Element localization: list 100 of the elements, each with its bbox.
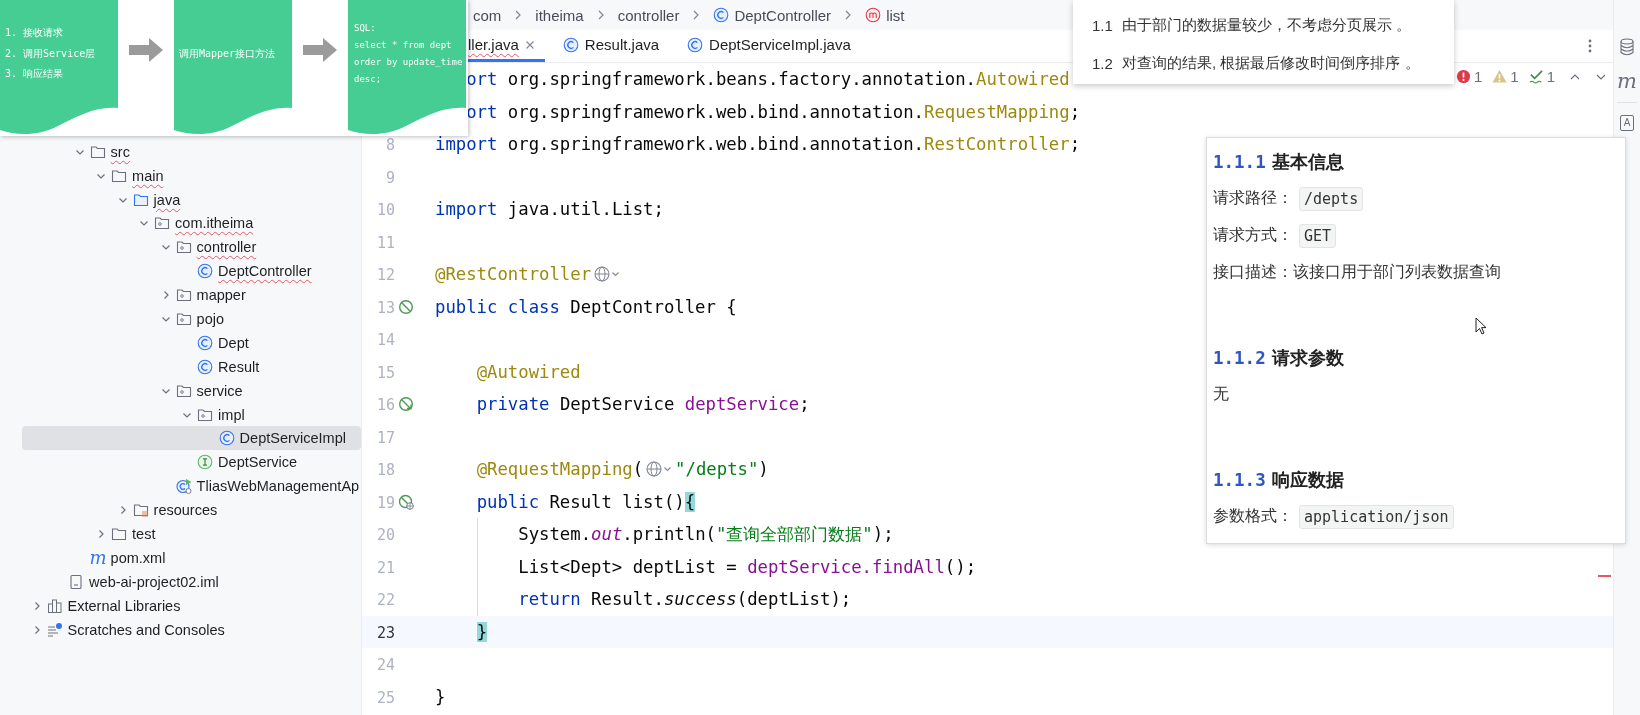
note-text: 由于部门的数据量较少，不考虑分页展示 。 [1122,15,1412,35]
bean-gutter-icon[interactable] [398,396,414,413]
tree-item[interactable]: service [22,378,361,403]
line-number: 12 [376,266,395,285]
code-text: } [475,621,488,642]
code-text: @RestController [435,264,592,285]
paragraph: 接口描述：该接口用于部门列表数据查询 [1213,261,1502,283]
class-icon [197,334,214,351]
resources-folder-icon [132,502,149,519]
breadcrumb-item[interactable]: DeptController [713,6,832,24]
more-options-icon[interactable] [1588,38,1592,54]
line-number: 20 [376,526,395,545]
package-folder-icon [175,239,192,256]
tree-item[interactable]: Result [22,354,361,379]
step-text: 3. 响应结果 [5,67,65,82]
step-text: desc; [354,73,383,86]
close-icon[interactable] [524,39,535,50]
section-heading: 1.1.2 请求参数 [1213,345,1345,370]
tree-item[interactable]: main [22,163,361,188]
tree-item[interactable]: m pom.xml [22,545,361,570]
line-number: 9 [385,168,395,187]
folder-icon [111,167,128,184]
maven-icon: m [89,549,106,566]
code-text: @Autowired [475,361,581,382]
tree-item[interactable]: impl [22,402,361,427]
note-number: 1.2 [1092,54,1114,72]
package-folder-icon [197,406,214,423]
inspection-counter[interactable]: 1 [1492,68,1519,85]
class-icon [687,36,704,53]
paragraph: 无 [1213,383,1230,405]
editor-tab[interactable]: DeptServiceImpl.java [687,30,861,62]
class-icon [713,7,730,23]
bean-gutter-icon[interactable] [398,298,414,315]
method-icon [865,7,882,23]
package-folder-icon [175,310,192,327]
code-text: List<Dept> deptList = deptService.findAll(); [517,556,977,577]
line-number: 15 [376,363,395,382]
folder-icon [111,525,128,542]
maven-icon[interactable]: m [1617,70,1637,92]
tree-item[interactable]: Scratches and Consoles [22,617,361,642]
line-number: 13 [376,298,395,317]
code-text: private DeptService deptService; [475,394,810,415]
folder-icon [89,143,106,160]
code-text: } [435,686,446,707]
code-text: @RequestMapping( [475,459,644,480]
breadcrumb-item[interactable]: com [473,6,502,24]
breadcrumb-item[interactable]: list [865,6,905,24]
line-number: 21 [376,558,395,577]
globe-icon[interactable] [645,460,674,479]
tree-item[interactable]: mapper [22,283,361,307]
tree-item[interactable]: controller [22,235,361,260]
line-number: 11 [376,233,395,252]
breadcrumb-item[interactable]: itheima [535,6,584,24]
class-icon [562,36,579,53]
application-icon [175,478,192,495]
inspection-counter[interactable]: 1 [1455,68,1483,85]
step-text: 2. 调用Service层 [5,46,97,61]
arrow-icon [129,38,163,62]
tree-item[interactable]: External Libraries [22,593,361,618]
tree-item[interactable]: DeptController [22,259,361,284]
editor-tab[interactable]: Result.java [562,30,670,62]
tree-item[interactable]: java [22,187,361,212]
tree-item[interactable]: src [22,139,361,164]
tree-item[interactable]: web-ai-project02.iml [22,569,361,594]
note-number: 1.1 [1092,16,1114,34]
class-icon [197,263,214,280]
code-text: public class DeptController { [435,296,737,317]
code-text: return Result.success(deptList); [517,589,852,610]
field-label: 请求方式： [1213,225,1293,246]
tree-item[interactable]: resources [22,498,361,523]
step-text: order by update_time [354,56,464,69]
line-number: 22 [376,591,395,610]
class-icon [197,358,214,375]
breadcrumb-item[interactable]: controller [617,6,680,24]
package-folder-icon [175,382,192,399]
libraries-icon [46,597,63,614]
step-text: 1. 接收请求 [5,26,65,41]
endpoint-gutter-icon[interactable] [398,493,414,510]
tree-item[interactable]: Dept [22,330,361,355]
field-label: 参数格式： [1213,506,1293,527]
step-text: select * from dept [354,39,453,52]
inspection-counter[interactable]: 1 [1528,68,1555,85]
tree-item[interactable]: pojo [22,307,361,331]
globe-icon[interactable] [593,265,622,284]
breadcrumb-separator-icon [844,10,853,20]
tree-item[interactable]: com.itheima [22,211,361,236]
warning-icon [1492,69,1508,84]
database-icon[interactable] [1619,38,1635,56]
mouse-cursor-icon [1475,317,1487,335]
line-number: 8 [385,136,395,155]
folder-icon [132,191,149,208]
tree-item[interactable]: TliasWebManagementAp [22,474,361,499]
class-icon [218,430,235,447]
scratches-icon [46,621,63,638]
line-number: 23 [376,623,395,642]
tree-item[interactable]: DeptServiceImpl [22,426,361,451]
tree-item[interactable]: test [22,522,361,546]
assistant-icon[interactable]: A [1619,115,1635,131]
tree-item[interactable]: DeptService [22,450,361,475]
line-number: 14 [376,331,395,350]
